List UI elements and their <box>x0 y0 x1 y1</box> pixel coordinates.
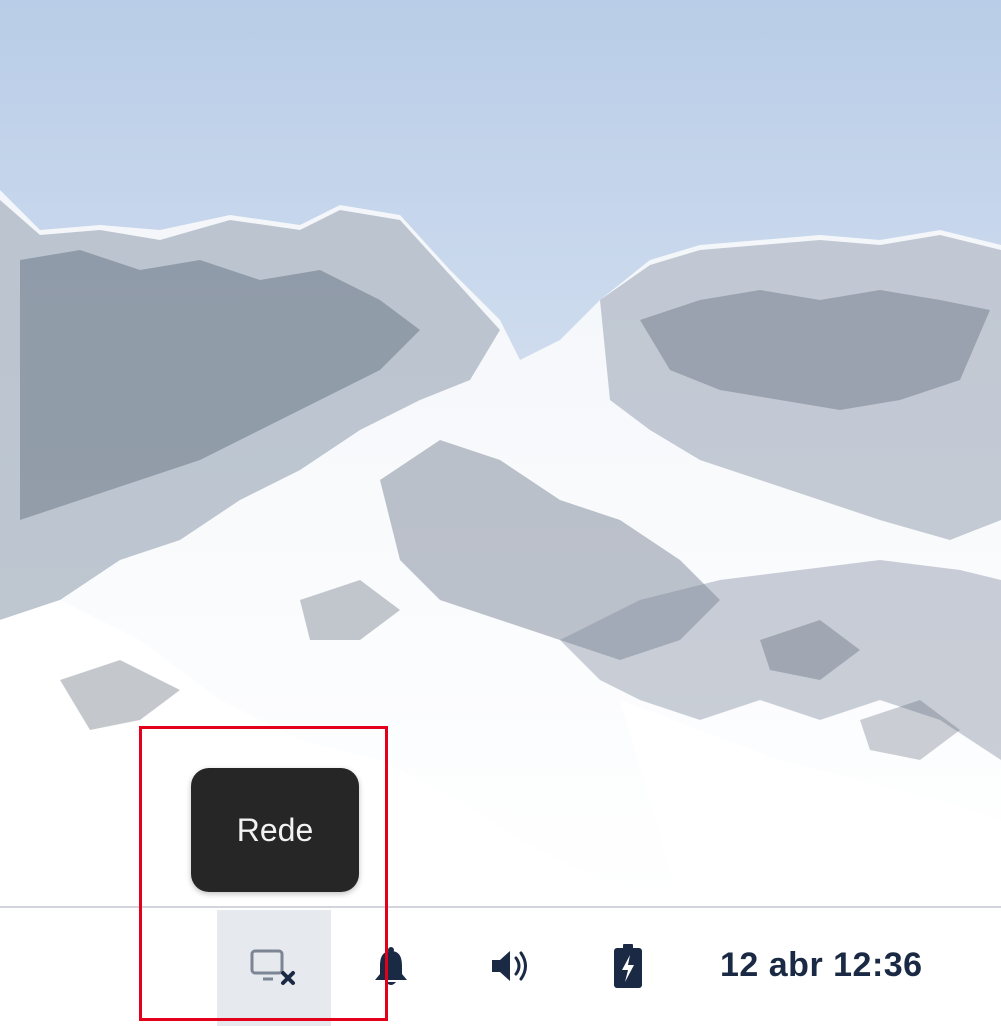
highlight-box <box>139 726 388 1021</box>
clock[interactable]: 12 abr 12:36 <box>720 946 923 985</box>
battery-charging-icon <box>611 943 645 994</box>
speaker-icon <box>488 946 534 991</box>
volume-tray-button[interactable] <box>454 910 568 1026</box>
battery-tray-button[interactable] <box>571 910 685 1026</box>
